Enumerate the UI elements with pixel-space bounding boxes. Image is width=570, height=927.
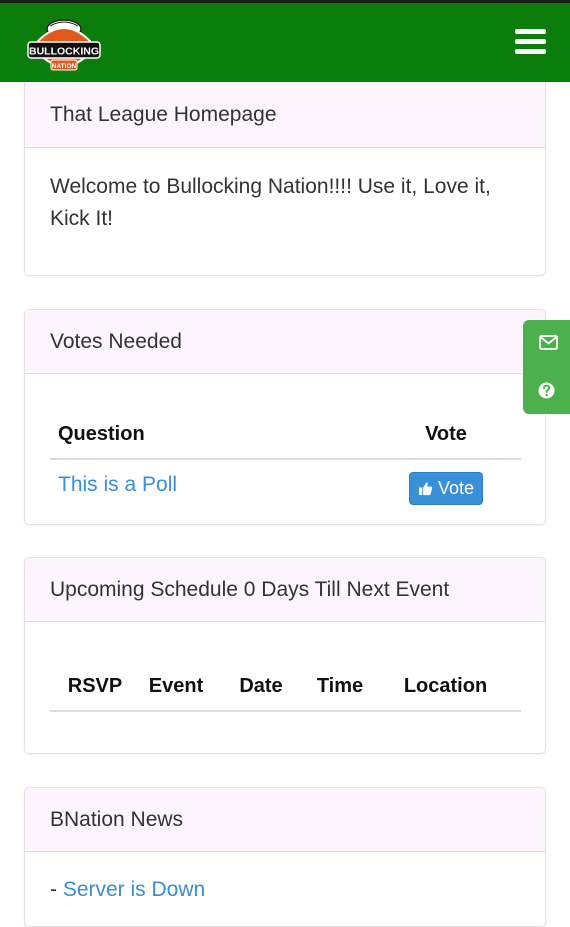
hamburger-menu-icon[interactable] xyxy=(515,29,546,57)
votes-panel: Votes Needed Question Vote This is a Pol… xyxy=(24,309,546,525)
logo-text-bottom: NATION xyxy=(52,63,77,70)
column-header-time: Time xyxy=(310,622,370,712)
news-bullet: - xyxy=(50,878,63,901)
vote-button[interactable]: Vote xyxy=(408,471,484,505)
list-item: - Server is Down xyxy=(50,878,520,902)
news-link[interactable]: Server is Down xyxy=(63,878,205,901)
thumbs-up-icon xyxy=(418,481,433,495)
table-header-row: RSVP Event Date Time Location xyxy=(50,622,521,712)
schedule-heading: Upcoming Schedule 0 Days Till Next Event xyxy=(25,558,545,622)
column-header-vote: Vote xyxy=(371,374,521,460)
table-header-row: Question Vote xyxy=(50,374,521,460)
bullocking-nation-logo[interactable]: BULLOCKING NATION xyxy=(26,13,102,79)
votes-heading: Votes Needed xyxy=(25,310,545,374)
question-circle-icon[interactable] xyxy=(538,382,555,399)
envelope-icon[interactable] xyxy=(539,335,558,350)
schedule-panel: Upcoming Schedule 0 Days Till Next Event… xyxy=(24,557,546,754)
welcome-message: Welcome to Bullocking Nation!!!! Use it,… xyxy=(50,175,491,230)
votes-table: Question Vote This is a Poll Vote xyxy=(50,374,521,510)
news-heading: BNation News xyxy=(25,788,545,852)
column-header-event: Event xyxy=(140,622,212,712)
vote-button-label: Vote xyxy=(437,477,475,498)
homepage-heading: That League Homepage xyxy=(25,82,545,148)
logo-text-top: BULLOCKING xyxy=(29,46,99,58)
top-navbar: BULLOCKING NATION xyxy=(0,0,570,82)
column-header-date: Date xyxy=(212,622,310,712)
side-contact-tab[interactable] xyxy=(523,320,570,414)
column-header-question: Question xyxy=(50,374,371,460)
column-header-rsvp: RSVP xyxy=(50,622,140,712)
news-panel: BNation News - Server is Down xyxy=(24,787,546,927)
column-header-location: Location xyxy=(370,622,521,712)
homepage-panel: That League Homepage Welcome to Bullocki… xyxy=(24,82,546,276)
poll-link[interactable]: This is a Poll xyxy=(58,473,177,496)
table-row: This is a Poll Vote xyxy=(50,459,521,510)
schedule-table: RSVP Event Date Time Location xyxy=(50,622,521,712)
